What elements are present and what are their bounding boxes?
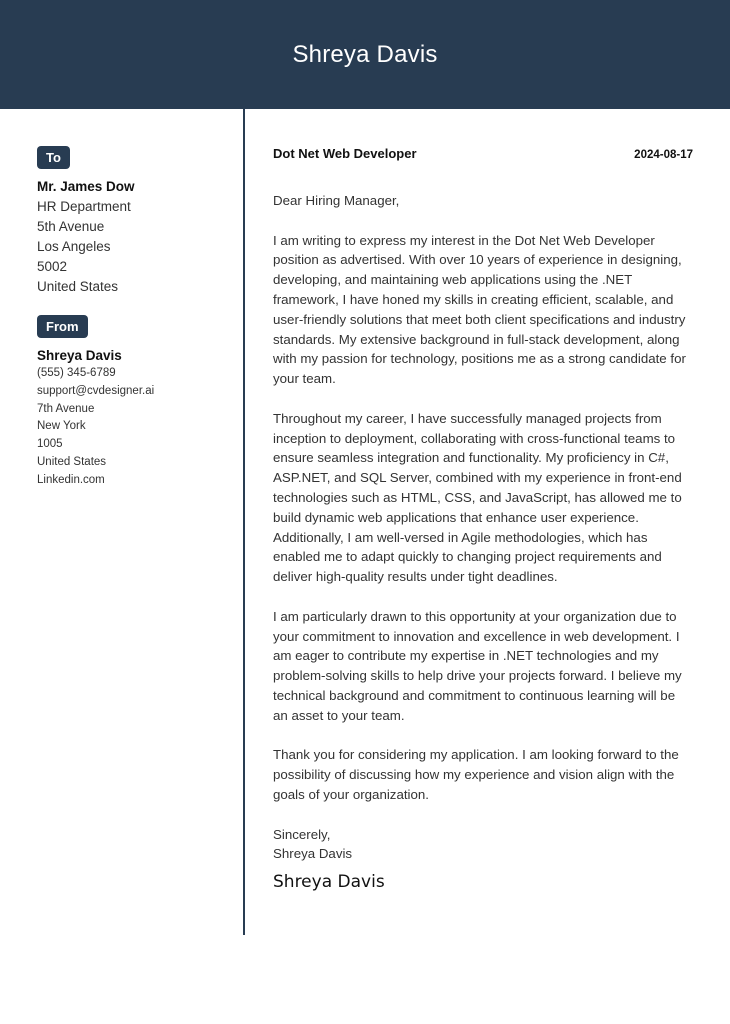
- recipient-postal-code: 5002: [37, 259, 68, 274]
- to-badge: To: [37, 146, 70, 169]
- recipient-department: HR Department: [37, 199, 131, 214]
- recipient-city: Los Angeles: [37, 239, 111, 254]
- letter-body: Dot Net Web Developer 2024-08-17 Dear Hi…: [273, 146, 693, 892]
- recipient-street: 5th Avenue: [37, 219, 105, 234]
- sender-city: New York: [37, 420, 86, 433]
- sender-block: Shreya Davis (555) 345-6789 support@cvde…: [37, 346, 237, 490]
- paragraph-3: I am particularly drawn to this opportun…: [273, 608, 682, 723]
- recipient-name: Mr. James Dow: [37, 179, 135, 194]
- header-name: Shreya Davis: [292, 40, 438, 68]
- signature: Shreya Davis: [273, 872, 385, 893]
- sender-linkedin: Linkedin.com: [37, 473, 105, 486]
- letter-title-row: Dot Net Web Developer 2024-08-17: [273, 146, 693, 161]
- sidebar: To Mr. James Dow HR Department 5th Avenu…: [37, 146, 237, 490]
- sender-street: 7th Avenue: [37, 402, 95, 415]
- paragraph-1: I am writing to express my interest in t…: [273, 232, 686, 387]
- recipient-block: Mr. James Dow HR Department 5th Avenue L…: [37, 177, 237, 297]
- paragraph-2: Throughout my career, I have successfull…: [273, 410, 682, 585]
- sender-phone: (555) 345-6789: [37, 367, 116, 379]
- closing-name: Shreya Davis: [273, 846, 353, 862]
- sender-email: support@cvdesigner.ai: [37, 384, 155, 397]
- closing: Sincerely,: [273, 826, 331, 842]
- closing-block: Sincerely, Shreya Davis: [273, 825, 693, 865]
- sender-postal-code: 1005: [37, 438, 63, 451]
- job-title: Dot Net Web Developer: [273, 146, 417, 161]
- sender-country: United States: [37, 455, 107, 468]
- letter-date: 2024-08-17: [634, 149, 693, 161]
- recipient-country: United States: [37, 279, 119, 294]
- from-badge: From: [37, 315, 88, 338]
- vertical-divider: [243, 109, 245, 935]
- sender-name: Shreya Davis: [37, 348, 122, 363]
- salutation: Dear Hiring Manager,: [273, 193, 400, 208]
- page-header: Shreya Davis: [0, 0, 730, 109]
- paragraph-4: Thank you for considering my application…: [273, 747, 679, 802]
